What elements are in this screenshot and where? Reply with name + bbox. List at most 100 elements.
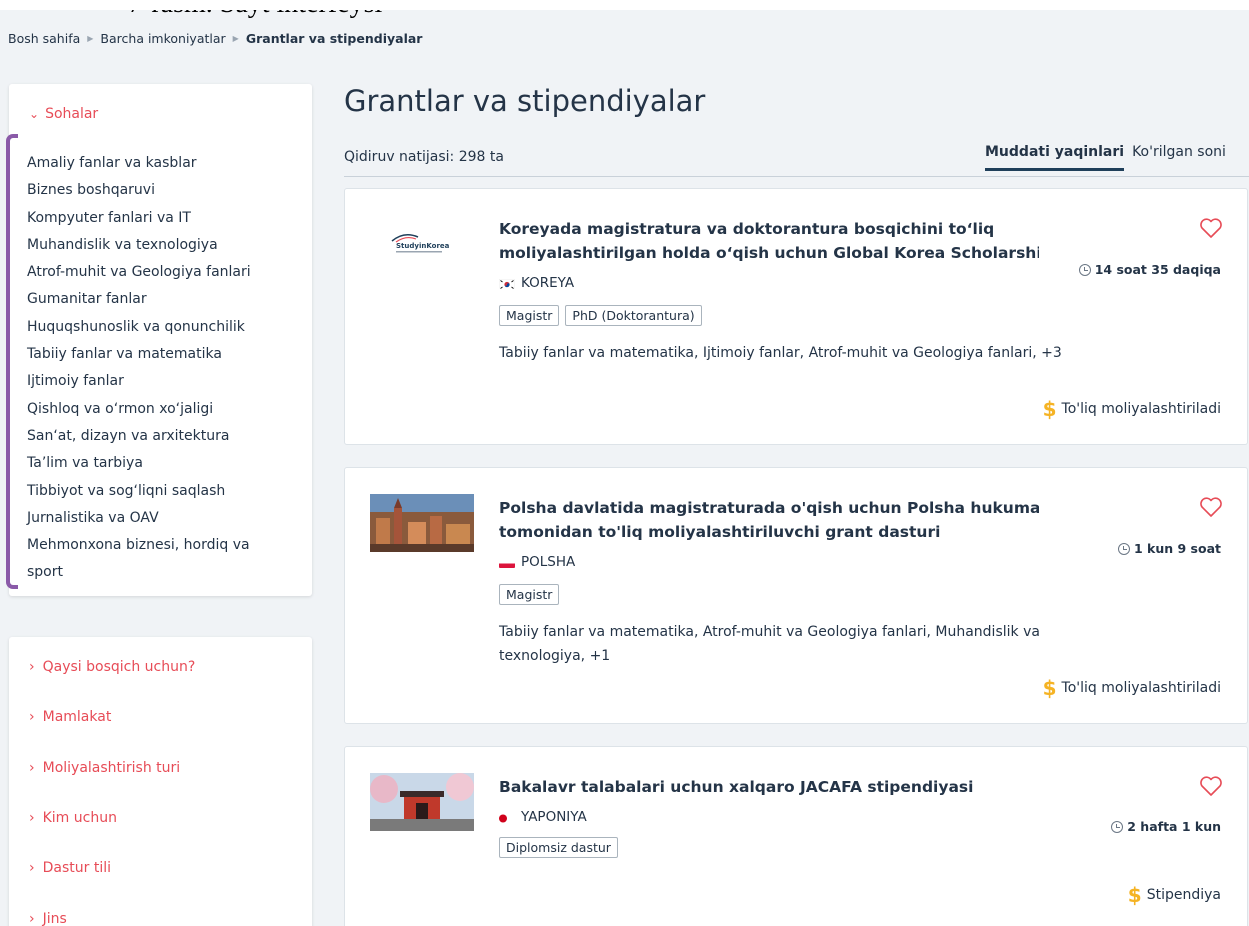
field-item[interactable]: Muhandislik va texnologiya [27, 232, 251, 259]
breadcrumb-home[interactable]: Bosh sahifa [8, 31, 80, 46]
breadcrumb-all-opportunities[interactable]: Barcha imkoniyatlar [100, 31, 225, 46]
fields-list: Amaliy fanlar va kasblar Biznes boshqaru… [27, 150, 251, 587]
funding-text: To'liq moliyalashtiriladi [1061, 680, 1221, 696]
field-item[interactable]: Huquqshunoslik va qonunchilik [27, 314, 251, 341]
fields-accordion-title: Sohalar [45, 106, 99, 122]
field-item[interactable]: Biznes boshqaruvi [27, 177, 251, 204]
card-deadline: 1 kun 9 soat [1118, 541, 1221, 556]
level-tags: Magistr PhD (Doktorantura) [499, 305, 702, 326]
chevron-right-icon: › [29, 659, 35, 675]
clock-icon [1111, 820, 1124, 833]
logo-wordmark: StudyinKorea [396, 242, 450, 250]
card-title[interactable]: Bakalavr talabalari uchun xalqaro JACAFA… [499, 775, 1039, 799]
study-in-korea-logo-image: StudyinKorea [370, 215, 474, 273]
level-tag: PhD (Doktorantura) [565, 305, 702, 326]
country-name: POLSHA [521, 554, 576, 570]
chevron-right-icon: › [29, 810, 35, 826]
breadcrumb-separator-icon: ▶ [87, 34, 94, 43]
chevron-right-icon: › [29, 911, 35, 926]
level-tag: Diplomsiz dastur [499, 837, 618, 858]
card-title-line: Koreyada magistratura va doktorantura bo… [499, 220, 995, 238]
card-funding: $ Stipendiya [1128, 883, 1221, 907]
deadline-text: 2 hafta 1 kun [1127, 819, 1221, 834]
field-item[interactable]: Atrof-muhit va Geologiya fanlari [27, 259, 251, 286]
scholarship-card[interactable]: Polsha davlatida magistraturada o'qish u… [344, 467, 1248, 724]
filter-language[interactable]: › Dastur tili [29, 860, 111, 876]
filter-label: Mamlakat [42, 709, 112, 725]
sort-tab-views[interactable]: Ko'rilgan soni [1132, 144, 1226, 171]
field-item[interactable]: Ijtimoiy fanlar [27, 368, 251, 395]
clock-icon [1118, 542, 1130, 555]
filter-label: Qaysi bosqich uchun? [42, 659, 196, 675]
filter-funding-type[interactable]: › Moliyalashtirish turi [29, 760, 180, 776]
favorite-heart-icon[interactable] [1199, 775, 1223, 797]
card-title[interactable]: Koreyada magistratura va doktorantura bo… [499, 217, 1039, 265]
other-filters-panel: › Qaysi bosqich uchun? › Mamlakat › Moli… [9, 637, 312, 926]
field-item[interactable]: Amaliy fanlar va kasblar [27, 150, 251, 177]
field-item[interactable]: Gumanitar fanlar [27, 286, 251, 313]
card-deadline: 14 soat 35 daqiqa [1078, 262, 1221, 277]
caption-strip [0, 0, 1249, 10]
country-name: YAPONIYA [521, 809, 587, 825]
japan-flag-icon [499, 812, 515, 823]
deadline-text: 1 kun 9 soat [1134, 541, 1221, 556]
results-divider [344, 176, 1249, 177]
poland-flag-icon [499, 557, 515, 568]
sort-tab-deadline[interactable]: Muddati yaqinlari [985, 144, 1125, 171]
card-title[interactable]: Polsha davlatida magistraturada o'qish u… [499, 496, 1039, 544]
level-tags: Magistr [499, 584, 560, 605]
level-tag: Magistr [499, 584, 560, 605]
filter-gender[interactable]: › Jins [29, 911, 67, 926]
funding-text: To'liq moliyalashtiriladi [1061, 401, 1221, 417]
field-item[interactable]: Jurnalistika va OAV [27, 505, 251, 532]
card-title-line: tomonidan to'liq moliyalashtiriluvchi gr… [499, 523, 941, 541]
card-fields: Tabiiy fanlar va matematika, Atrof-muhit… [499, 624, 1040, 664]
field-item[interactable]: Tibbiyot va sog‘liqni saqlash [27, 478, 251, 505]
country-name: KOREYA [521, 275, 575, 291]
filter-audience[interactable]: › Kim uchun [29, 810, 117, 826]
card-country: KOREYA [499, 275, 574, 291]
card-country: YAPONIYA [499, 809, 587, 825]
card-country: POLSHA [499, 554, 575, 570]
level-tag: Magistr [499, 305, 560, 326]
fields-accordion-header[interactable]: ⌄ Sohalar [29, 106, 98, 122]
favorite-heart-icon[interactable] [1199, 496, 1223, 518]
card-title-line: Polsha davlatida magistraturada o'qish u… [499, 499, 1039, 517]
filter-label: Dastur tili [42, 860, 111, 876]
field-item[interactable]: Qishloq va o‘rmon xo‘jaligi [27, 396, 251, 423]
card-funding: $ To'liq moliyalashtiriladi [1043, 676, 1221, 700]
dollar-icon: $ [1042, 397, 1057, 421]
breadcrumb: Bosh sahifa ▶ Barcha imkoniyatlar ▶ Gran… [8, 31, 422, 46]
dollar-icon: $ [1127, 883, 1142, 907]
highlight-bracket [6, 134, 18, 589]
field-item[interactable]: San‘at, dizayn va arxitektura [27, 423, 251, 450]
field-item[interactable]: sport [27, 559, 251, 586]
page-title: Grantlar va stipendiyalar [344, 84, 706, 118]
scholarship-card[interactable]: Bakalavr talabalari uchun xalqaro JACAFA… [344, 746, 1248, 926]
scholarship-card[interactable]: StudyinKorea Koreyada magistratura va do… [344, 188, 1248, 445]
card-title-line: Bakalavr talabalari uchun xalqaro JACAFA… [499, 778, 974, 796]
poland-city-photo [370, 494, 474, 552]
filter-country[interactable]: › Mamlakat [29, 709, 111, 725]
chevron-right-icon: › [29, 860, 35, 876]
field-item[interactable]: Mehmonxona biznesi, hordiq va [27, 532, 251, 559]
filter-stage[interactable]: › Qaysi bosqich uchun? [29, 659, 195, 675]
favorite-heart-icon[interactable] [1199, 217, 1223, 239]
card-funding: $ To'liq moliyalashtiriladi [1043, 397, 1221, 421]
study-in-korea-logo: StudyinKorea [370, 215, 474, 273]
breadcrumb-current: Grantlar va stipendiyalar [245, 31, 423, 46]
fields-filter-panel: ⌄ Sohalar Amaliy fanlar va kasblar Bizne… [9, 84, 312, 596]
field-item[interactable]: Ta’lim va tarbiya [27, 450, 251, 477]
chevron-right-icon: › [29, 760, 35, 776]
japan-temple-photo [370, 773, 474, 831]
filter-label: Moliyalashtirish turi [42, 760, 181, 776]
field-item[interactable]: Tabiiy fanlar va matematika [27, 341, 251, 368]
filter-label: Kim uchun [42, 810, 117, 826]
sort-tabs: Muddati yaqinlari Ko'rilgan soni [985, 144, 1226, 171]
field-item[interactable]: Kompyuter fanlari va IT [27, 205, 251, 232]
breadcrumb-separator-icon: ▶ [232, 34, 239, 43]
dollar-icon: $ [1042, 676, 1057, 700]
chevron-down-icon: ⌄ [29, 107, 40, 121]
chevron-right-icon: › [29, 709, 35, 725]
card-title-line: moliyalashtirilgan holda o‘qish uchun Gl… [499, 244, 1039, 262]
